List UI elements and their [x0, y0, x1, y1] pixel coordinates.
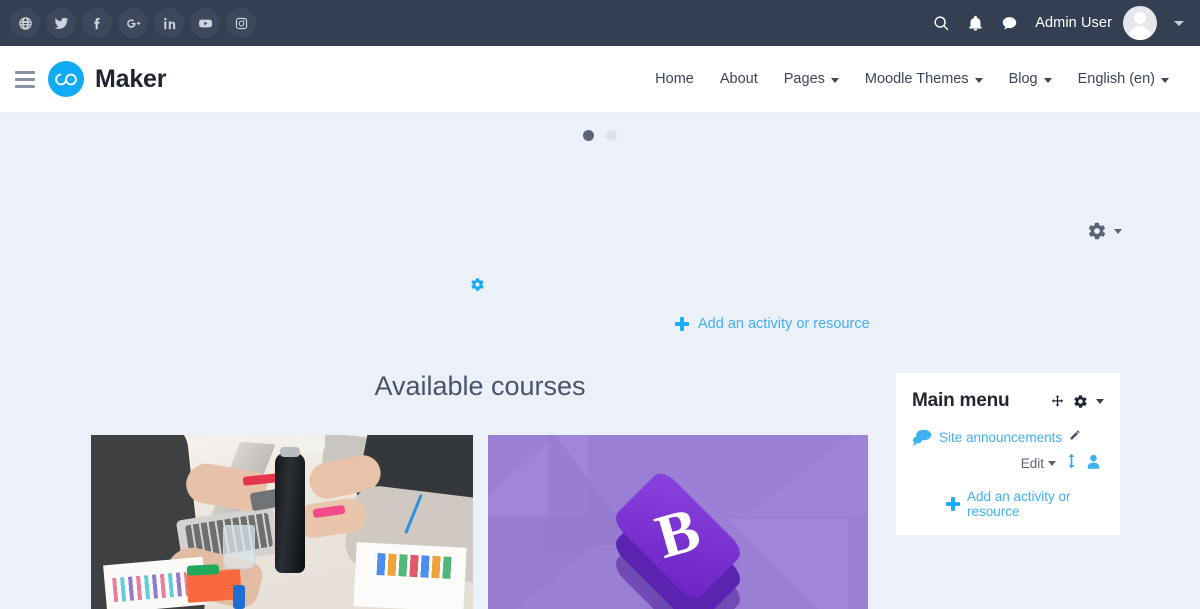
nav-item-blog[interactable]: Blog: [996, 63, 1065, 95]
course-card[interactable]: [91, 435, 473, 609]
linkedin-icon[interactable]: [154, 8, 184, 38]
add-activity-label: Add an activity or resource: [698, 316, 870, 332]
nav-item-moodle-themes[interactable]: Moodle Themes: [852, 63, 996, 95]
bootstrap-course-image: B: [488, 435, 868, 609]
nav-item-pages[interactable]: Pages: [771, 63, 852, 95]
nav-item-about[interactable]: About: [707, 63, 771, 95]
main-menu-block: Main menu Site announcements Edit Add an…: [896, 373, 1120, 535]
carousel-dot-1[interactable]: [583, 130, 594, 141]
user-menu-chevron-down-icon[interactable]: [1174, 20, 1184, 26]
gear-icon: [1088, 222, 1106, 240]
nav-label: Moodle Themes: [864, 71, 969, 87]
page-content: Add an activity or resource Available co…: [0, 113, 1200, 609]
nav-label: Home: [655, 71, 694, 87]
nav-label: Blog: [1008, 71, 1038, 87]
user-icon[interactable]: [1087, 454, 1100, 474]
facebook-icon[interactable]: [82, 8, 112, 38]
chevron-down-icon[interactable]: [1096, 398, 1104, 404]
nav-item-language[interactable]: English (en): [1065, 63, 1182, 95]
gear-icon[interactable]: [1073, 394, 1088, 409]
add-activity-or-resource-button[interactable]: Add an activity or resource: [675, 316, 870, 332]
site-announcements-link[interactable]: Site announcements: [939, 430, 1062, 445]
main-navbar: Maker Home About Pages Moodle Themes Blo…: [0, 46, 1200, 113]
list-item: Site announcements: [912, 428, 1104, 446]
bell-icon[interactable]: [967, 15, 984, 32]
move-vertical-icon[interactable]: [1067, 453, 1076, 474]
chevron-down-icon: [974, 77, 983, 83]
brand-logo[interactable]: Maker: [48, 61, 166, 97]
user-name: Admin User: [1035, 15, 1112, 31]
twitter-icon[interactable]: [46, 8, 76, 38]
nav-label: About: [719, 71, 758, 87]
social-links: [10, 8, 256, 38]
chevron-down-icon: [830, 77, 839, 83]
team-meeting-course-image: [91, 435, 473, 609]
block-add-activity-button[interactable]: Add an activity or resource: [912, 489, 1104, 519]
chevron-down-icon: [1043, 77, 1052, 83]
chevron-down-icon: [1114, 228, 1122, 234]
plus-icon: [675, 317, 689, 331]
list-item-actions: Edit: [912, 453, 1104, 474]
avatar[interactable]: [1123, 6, 1157, 40]
nav-label: Pages: [783, 71, 825, 87]
forum-icon: [912, 429, 932, 446]
block-header: Main menu: [912, 390, 1104, 412]
chevron-down-icon: [1161, 77, 1169, 83]
nav-item-home[interactable]: Home: [642, 63, 707, 95]
top-social-bar: Admin User: [0, 0, 1200, 46]
brand-name: Maker: [95, 64, 167, 93]
block-add-activity-label: Add an activity or resource: [967, 489, 1071, 519]
search-icon[interactable]: [933, 15, 950, 32]
website-icon[interactable]: [10, 8, 40, 38]
page-settings-menu[interactable]: [1087, 221, 1122, 241]
available-courses-heading: Available courses: [374, 371, 586, 401]
chevron-down-icon[interactable]: [1048, 461, 1056, 466]
section-settings-gear[interactable]: [470, 277, 485, 297]
block-header-actions: [1050, 394, 1104, 409]
bootstrap-logo: B: [598, 451, 758, 609]
primary-navigation: Home About Pages Moodle Themes Blog Engl…: [642, 63, 1182, 95]
hamburger-icon[interactable]: [12, 63, 38, 96]
message-icon[interactable]: [1001, 15, 1018, 32]
google-plus-icon[interactable]: [118, 8, 148, 38]
gear-icon: [471, 278, 484, 291]
course-card[interactable]: B: [488, 435, 868, 609]
youtube-icon[interactable]: [190, 8, 220, 38]
move-icon[interactable]: [1050, 394, 1065, 409]
carousel-dot-2[interactable]: [606, 130, 617, 141]
edit-menu-button[interactable]: Edit: [1021, 456, 1044, 471]
pencil-icon[interactable]: [1069, 428, 1081, 446]
infinity-icon: [48, 61, 84, 97]
nav-label: English (en): [1077, 71, 1155, 87]
carousel-indicators: [0, 130, 1200, 141]
plus-icon: [946, 497, 960, 511]
instagram-icon[interactable]: [226, 8, 256, 38]
topbar-user-area: Admin User: [933, 6, 1184, 40]
block-title: Main menu: [912, 390, 1010, 411]
